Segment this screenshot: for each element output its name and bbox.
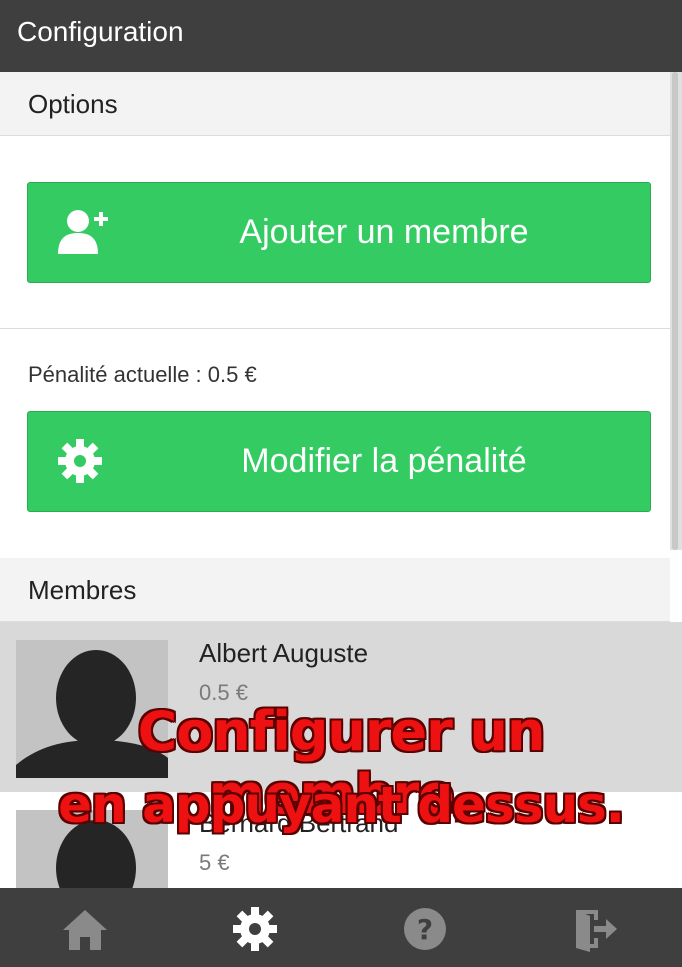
member-name: Albert Auguste [199, 638, 369, 668]
app-header: Configuration [0, 0, 682, 72]
members-section-title: Membres [28, 575, 137, 605]
current-penalty-text: Pénalité actuelle : 0.5 € [28, 362, 257, 387]
options-section-header: Options [0, 72, 670, 136]
scrollbar[interactable] [670, 72, 682, 550]
home-icon [63, 910, 107, 950]
tab-home[interactable] [0, 888, 170, 967]
modify-penalty-button[interactable]: Modifier la pénalité [27, 411, 651, 512]
gear-icon [58, 439, 102, 483]
tab-logout[interactable] [510, 888, 680, 967]
modify-penalty-label: Modifier la pénalité [241, 442, 527, 480]
help-icon: ? [404, 908, 446, 950]
bottom-tab-bar: ? [0, 888, 682, 967]
svg-text:?: ? [417, 913, 433, 946]
member-amount: 5 € [199, 850, 230, 875]
scrollbar-thumb[interactable] [672, 72, 678, 550]
add-member-label: Ajouter un membre [239, 213, 529, 251]
add-member-button[interactable]: Ajouter un membre [27, 182, 651, 283]
instruction-overlay-line2: en appuyant dessus. [58, 776, 625, 834]
logout-icon [576, 910, 617, 952]
options-section-title: Options [28, 89, 118, 119]
members-section-header: Membres [0, 558, 670, 622]
gear-icon [233, 907, 277, 951]
tab-settings[interactable] [170, 888, 340, 967]
page-title: Configuration [17, 16, 184, 47]
tab-help[interactable]: ? [340, 888, 510, 967]
add-user-icon [58, 210, 108, 254]
section-divider [0, 328, 670, 329]
